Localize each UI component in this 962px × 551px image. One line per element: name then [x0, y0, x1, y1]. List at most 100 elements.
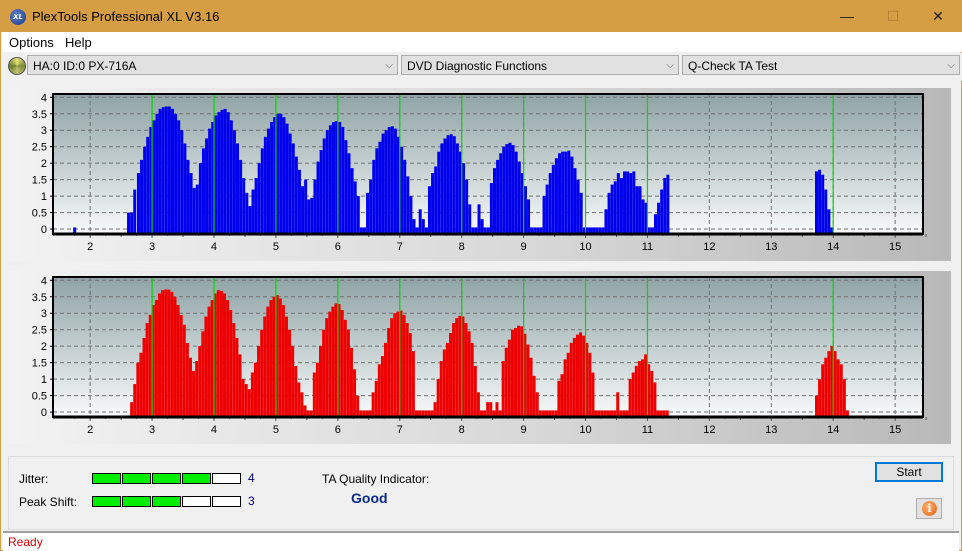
bar: [269, 300, 273, 417]
bar: [251, 189, 255, 234]
bar: [489, 402, 493, 417]
bar: [507, 339, 511, 417]
bar: [310, 197, 314, 234]
bar: [247, 389, 251, 417]
bar: [223, 108, 227, 234]
bar: [505, 144, 509, 234]
bar: [378, 141, 382, 234]
jitter-meter-segment: [182, 473, 211, 484]
bar: [219, 290, 223, 417]
start-button[interactable]: Start: [875, 462, 943, 482]
y-tick-label: 2: [41, 341, 47, 353]
bar: [346, 329, 350, 417]
bar: [284, 316, 288, 417]
bar: [279, 113, 283, 234]
bar: [439, 361, 443, 417]
info-button[interactable]: i: [916, 498, 942, 519]
x-tick-label: 4: [211, 424, 217, 436]
bar: [167, 106, 171, 234]
bar: [313, 179, 317, 234]
bar: [387, 126, 391, 234]
x-tick-label: 9: [521, 424, 527, 436]
x-tick-label: 7: [397, 241, 403, 253]
drive-select[interactable]: HA:0 ID:0 PX-716A ⌵: [27, 55, 398, 75]
bar: [839, 364, 843, 417]
bar: [291, 143, 295, 234]
bar: [573, 168, 577, 234]
x-tick-label: 8: [459, 424, 465, 436]
bar: [570, 156, 574, 234]
bar: [409, 196, 413, 234]
bar: [824, 357, 828, 417]
bar: [349, 347, 353, 417]
bar: [195, 184, 199, 234]
bar: [455, 318, 459, 417]
bar: [340, 309, 344, 417]
bar: [216, 290, 220, 417]
bar: [155, 113, 159, 234]
bar: [468, 204, 472, 234]
jitter-chart: 0 0.5 1 1.5 2 2.5 3 3.5 4 2 3 4 5 6 7 8 9 10 11 12 13 14 15: [32, 92, 927, 253]
bar: [344, 140, 348, 234]
status-text: Ready: [8, 535, 43, 549]
bar: [442, 349, 446, 417]
y-tick-label: 0.5: [32, 208, 47, 220]
bar: [467, 331, 471, 417]
bar: [245, 192, 249, 234]
bar: [449, 134, 453, 234]
jitter-meter-segment: [152, 473, 181, 484]
bar: [827, 209, 831, 234]
jitter-meter-segment: [122, 473, 151, 484]
bar: [514, 151, 518, 234]
y-tick-label: 1: [41, 374, 47, 386]
ta-quality-value: Good: [351, 490, 388, 506]
bar: [545, 184, 549, 234]
chevron-down-icon: ⌵: [666, 60, 674, 71]
close-button[interactable]: ✕: [915, 1, 961, 32]
bar: [173, 296, 177, 417]
y-tick-label: 0.5: [32, 391, 47, 403]
bar: [644, 354, 648, 417]
bar: [270, 122, 274, 234]
bar: [142, 337, 146, 417]
bar: [226, 112, 230, 234]
peak-shift-value: 3: [248, 494, 255, 508]
bar: [566, 352, 570, 417]
x-tick-label: 5: [273, 424, 279, 436]
bar: [198, 163, 202, 234]
bar: [288, 133, 292, 234]
bar: [514, 328, 518, 417]
bar: [136, 362, 140, 417]
bar: [226, 300, 230, 417]
x-tick-label: 14: [827, 424, 839, 436]
bar: [319, 346, 323, 417]
bar: [400, 146, 404, 234]
bar: [170, 291, 174, 417]
bar: [266, 128, 270, 234]
bar: [489, 182, 493, 234]
bar: [387, 328, 391, 417]
menu-help[interactable]: Help: [65, 35, 92, 50]
bar: [294, 365, 298, 417]
bar: [266, 306, 270, 417]
bar: [207, 306, 211, 417]
bar: [436, 379, 440, 417]
function-select[interactable]: DVD Diagnostic Functions ⌵: [401, 55, 679, 75]
bar: [443, 138, 447, 234]
bar: [186, 159, 190, 234]
maximize-button[interactable]: ☐: [870, 1, 916, 32]
bar: [180, 130, 184, 234]
menu-options[interactable]: Options: [9, 35, 54, 50]
bar: [473, 365, 477, 417]
bar: [356, 395, 360, 417]
bar: [418, 209, 422, 234]
title-bar[interactable]: XL PlexTools Professional XL V3.16 — ☐ ✕: [1, 1, 962, 32]
bar: [130, 402, 134, 417]
test-select[interactable]: Q-Check TA Test ⌵: [682, 55, 960, 75]
bar: [563, 359, 567, 417]
function-select-value: DVD Diagnostic Functions: [407, 59, 548, 73]
bar: [164, 106, 168, 234]
minimize-button[interactable]: —: [824, 1, 870, 32]
bar: [366, 192, 370, 234]
bar: [470, 342, 474, 417]
